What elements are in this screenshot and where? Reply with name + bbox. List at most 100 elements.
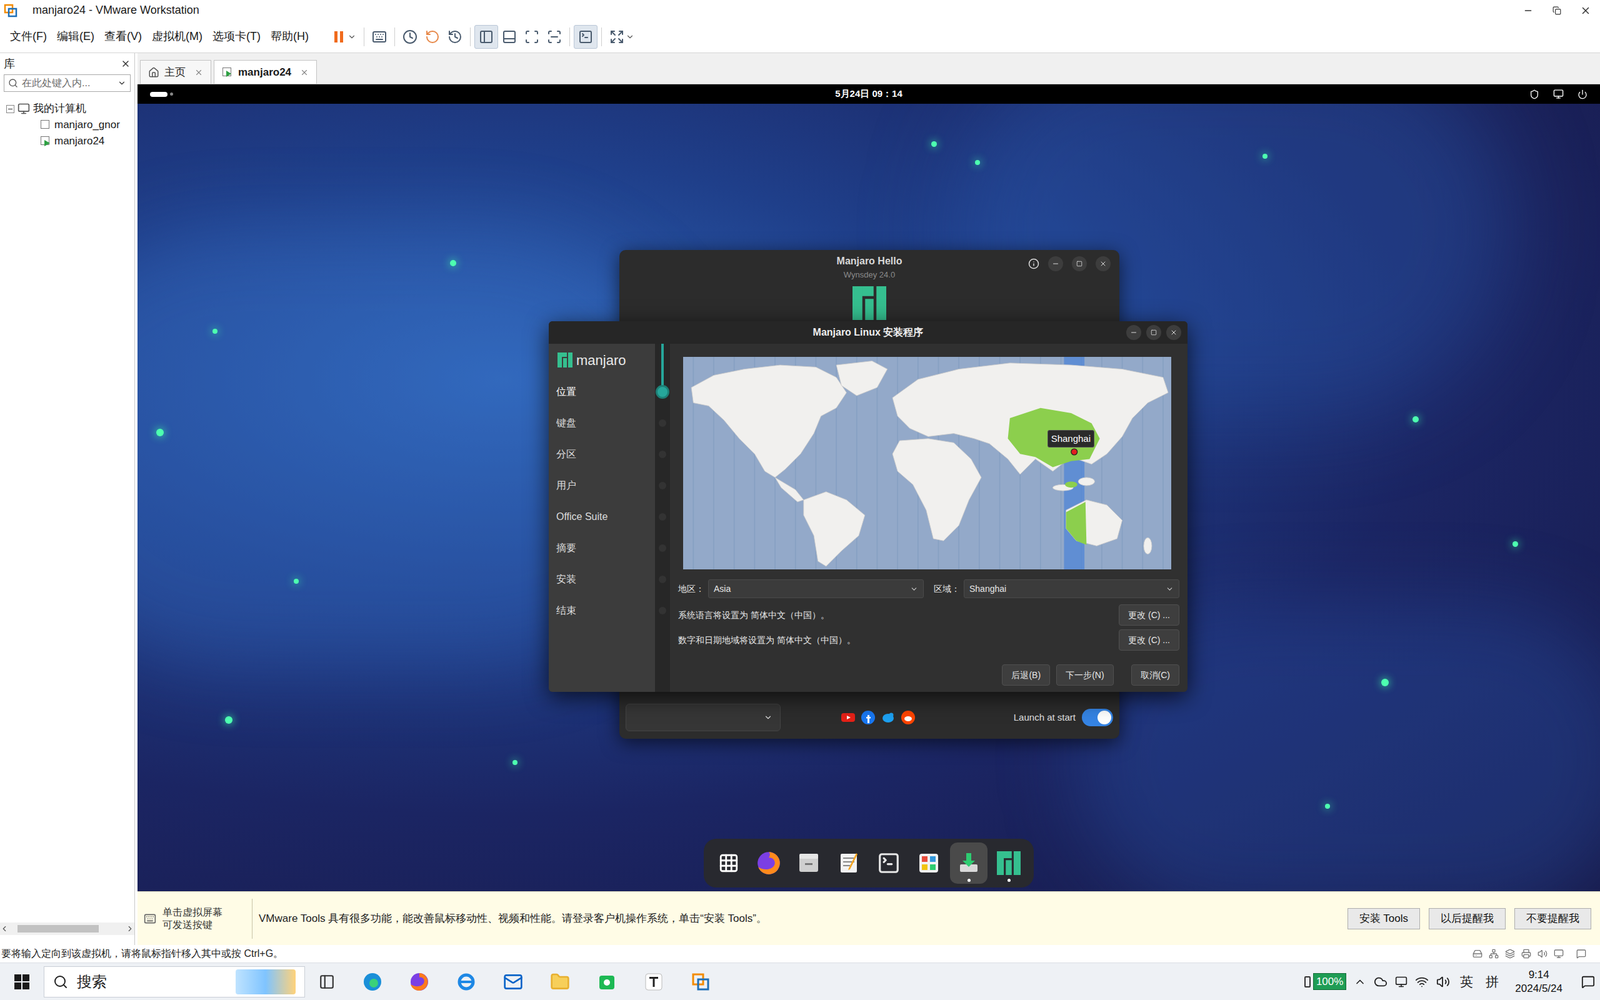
dock-item[interactable] [830, 842, 868, 884]
dock-item[interactable] [710, 842, 748, 884]
unity-button[interactable] [543, 25, 566, 49]
menu-item[interactable]: 编辑(E) [51, 25, 100, 48]
vm-screen[interactable]: 5月24日 09：14Manjaro HelloWynsdey 24.0Laun… [137, 84, 1600, 892]
installer-maximize-button[interactable] [1146, 325, 1162, 340]
tools-bar-button[interactable]: 安装 Tools [1347, 908, 1420, 930]
revert-snapshot-icon [425, 29, 440, 45]
timezone-map[interactable]: Shanghai [683, 356, 1172, 570]
send-keys-button[interactable] [368, 25, 391, 49]
restore-button[interactable] [1542, 0, 1572, 21]
tools-bar-button[interactable]: 以后提醒我 [1428, 908, 1506, 930]
dock-item[interactable] [870, 842, 908, 884]
menu-item[interactable]: 帮助(H) [265, 25, 314, 48]
language-dropdown[interactable] [625, 703, 781, 732]
tree-item[interactable]: 我的计算机 [0, 100, 135, 117]
tree-item[interactable]: manjaro_gnor [0, 116, 135, 134]
change-locale-button[interactable]: 更改 (C) ... [1118, 629, 1180, 651]
tools-bar-button[interactable]: 不要提醒我 [1514, 908, 1592, 930]
stretch-button[interactable] [605, 25, 639, 49]
hello-close-button[interactable] [1095, 256, 1111, 272]
close-button[interactable] [1571, 0, 1600, 21]
volume-icon[interactable] [1436, 975, 1450, 989]
reddit-icon[interactable] [900, 710, 916, 725]
snapshot-manager-button[interactable] [443, 25, 467, 49]
start-button[interactable] [0, 963, 44, 1000]
menu-item[interactable]: 查看(V) [99, 25, 147, 48]
taskbar-app[interactable] [583, 963, 630, 1000]
firefox-icon[interactable] [408, 971, 430, 993]
fullscreen-button[interactable] [520, 25, 544, 49]
facebook-icon[interactable] [860, 710, 876, 725]
installer-nav-button[interactable]: 取消(C) [1131, 664, 1180, 686]
menu-item[interactable]: 虚拟机(M) [146, 25, 208, 48]
tab[interactable]: 主页 [140, 60, 212, 84]
edge-icon[interactable] [361, 971, 384, 993]
taskbar-app[interactable] [676, 963, 724, 1000]
dock-item[interactable] [910, 842, 948, 884]
dock-item[interactable] [950, 842, 988, 884]
tab[interactable]: manjaro24 [213, 60, 317, 84]
show-hidden-icons-icon[interactable] [1353, 975, 1367, 989]
installer-close-button[interactable] [1166, 325, 1182, 340]
ime-indicator[interactable]: 拼 [1483, 971, 1502, 992]
snapshot-button[interactable] [398, 25, 422, 49]
taskbar-app[interactable] [395, 963, 443, 1000]
menu-item[interactable]: 选项卡(T) [207, 25, 266, 48]
installer-minimize-button[interactable] [1126, 325, 1142, 340]
display-icon[interactable] [1553, 88, 1564, 100]
library-view-button[interactable] [474, 25, 499, 49]
task-view-button[interactable] [305, 973, 349, 990]
typora-icon[interactable] [643, 971, 664, 992]
region-dropdown[interactable]: Asia [708, 579, 924, 599]
dock-item[interactable] [790, 842, 828, 884]
taskbar-app[interactable] [348, 963, 396, 1000]
library-search[interactable]: 在此处键入内... [3, 74, 131, 92]
taskbar-app[interactable] [442, 963, 490, 1000]
network-icon[interactable] [1395, 975, 1408, 989]
vmware-icon[interactable] [690, 971, 711, 992]
hello-minimize-button[interactable] [1048, 256, 1064, 272]
store-icon[interactable] [596, 971, 617, 992]
installer-nav-button[interactable]: 下一步(N) [1056, 664, 1114, 686]
battery-indicator: 100% [1304, 973, 1347, 991]
youtube-icon[interactable] [840, 710, 856, 725]
thumbnail-view-button[interactable] [498, 25, 521, 49]
pause-button[interactable] [327, 25, 360, 49]
hello-maximize-button[interactable] [1071, 256, 1087, 272]
mail-icon[interactable] [503, 971, 524, 992]
tree-item-label: 我的计算机 [33, 100, 87, 117]
clock[interactable]: 9:142024/5/24 [1508, 968, 1569, 996]
notifications-icon[interactable] [1581, 975, 1595, 989]
dock-item[interactable] [990, 842, 1028, 884]
minimize-button[interactable] [1513, 0, 1543, 21]
collapse-icon[interactable] [6, 105, 15, 114]
tab-close-icon[interactable] [194, 68, 204, 77]
tab-close-icon[interactable] [300, 68, 309, 77]
change-locale-button[interactable]: 更改 (C) ... [1118, 604, 1180, 626]
menu-item[interactable]: 文件(F) [5, 25, 52, 48]
dock-item[interactable] [750, 842, 788, 884]
ime-indicator[interactable]: 英 [1457, 971, 1476, 992]
taskbar-app[interactable] [536, 963, 584, 1000]
activities-button[interactable] [150, 91, 225, 97]
revert-snapshot-button[interactable] [421, 25, 444, 49]
installer-nav-button[interactable]: 后退(B) [1001, 664, 1050, 686]
power-icon[interactable] [1577, 89, 1588, 100]
console-view-button[interactable] [573, 25, 598, 49]
scrollbar-thumb[interactable] [17, 925, 99, 933]
file-explorer-icon[interactable] [550, 971, 570, 992]
close-library-icon[interactable] [120, 58, 131, 69]
taskbar-app[interactable] [489, 963, 537, 1000]
wifi-icon[interactable] [1415, 975, 1429, 989]
taskbar-app[interactable] [630, 963, 677, 1000]
about-icon[interactable] [1028, 258, 1040, 270]
launch-at-start-switch[interactable] [1081, 708, 1114, 727]
ie-icon[interactable] [455, 971, 477, 993]
guest-clock[interactable]: 5月24日 09：14 [835, 86, 903, 102]
twitter-icon[interactable] [880, 710, 896, 725]
taskbar-search[interactable]: 搜索 [43, 966, 305, 998]
onedrive-icon[interactable] [1373, 975, 1388, 989]
zone-dropdown[interactable]: Shanghai [963, 579, 1180, 599]
horizontal-scrollbar[interactable] [0, 922, 135, 935]
tree-item[interactable]: manjaro24 [0, 133, 135, 150]
